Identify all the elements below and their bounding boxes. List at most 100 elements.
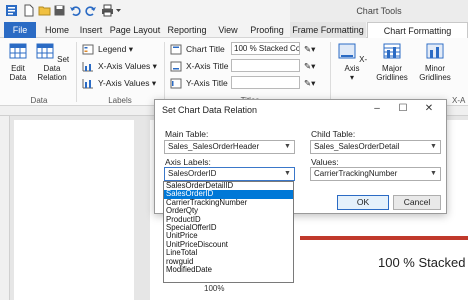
chevron-down-icon: ▼ xyxy=(284,143,291,150)
axis-labels-combo[interactable]: SalesOrderID ▼ xyxy=(164,167,295,181)
chevron-down-icon: ▾ xyxy=(128,44,134,54)
group-label-axes: X-A xyxy=(452,96,466,105)
tab-chart-formatting[interactable]: Chart Formatting xyxy=(367,22,468,39)
legend-icon xyxy=(82,44,94,55)
edit-data-icon xyxy=(9,43,27,59)
close-icon[interactable]: ✕ xyxy=(419,102,439,116)
legend-label: Legend xyxy=(98,44,127,54)
values-combo[interactable]: CarrierTrackingNumber ▼ xyxy=(310,167,441,181)
chart-title-label: Chart Title xyxy=(186,44,225,54)
new-document-icon[interactable] xyxy=(22,4,35,17)
main-table-combo[interactable]: Sales_SalesOrderHeader ▼ xyxy=(164,140,295,154)
minor-gridlines-label: Minor Gridlines xyxy=(419,64,451,82)
x-axis-title-format-button[interactable]: ✎▾ xyxy=(304,59,315,73)
minor-gridlines-button[interactable]: Minor Gridlines xyxy=(414,42,456,82)
chart-tools-context-label: Chart Tools xyxy=(290,0,468,22)
x-axis-values-icon xyxy=(82,62,93,72)
save-icon[interactable] xyxy=(53,4,66,17)
tab-frame-formatting[interactable]: Frame Formatting xyxy=(290,22,366,38)
chevron-down-icon: ▼ xyxy=(284,170,291,177)
chevron-down-icon[interactable] xyxy=(115,4,122,17)
x-axis-title-input[interactable] xyxy=(231,59,300,72)
y-axis-title-label: Y-Axis Title xyxy=(186,78,228,88)
main-table-label: Main Table: xyxy=(165,129,209,139)
chart-title-input[interactable]: 100 % Stacked Co xyxy=(231,42,300,55)
redo-icon[interactable] xyxy=(84,4,97,17)
y-axis-title-icon xyxy=(170,78,182,89)
set-data-relation-icon xyxy=(36,43,54,59)
chevron-down-icon: ▾ xyxy=(151,78,157,88)
cancel-button[interactable]: Cancel xyxy=(393,195,441,210)
x-axis-values-label: X-Axis Values xyxy=(98,61,151,71)
print-icon[interactable] xyxy=(101,4,114,17)
x-axis-title-button[interactable]: X-Axis Title xyxy=(170,59,229,73)
edit-data-button[interactable]: Edit Data xyxy=(4,42,32,82)
tab-view[interactable]: View xyxy=(212,22,244,38)
group-label-data: Data xyxy=(30,96,48,105)
chart-border-accent xyxy=(300,236,468,240)
tab-page-layout[interactable]: Page Layout xyxy=(108,22,162,38)
axis-labels-label: Axis Labels: xyxy=(165,157,211,167)
tab-home[interactable]: Home xyxy=(40,22,74,38)
dialog-title: Set Chart Data Relation xyxy=(162,105,258,115)
values-label: Values: xyxy=(311,157,339,167)
tab-reporting[interactable]: Reporting xyxy=(164,22,210,38)
pencil-icon: ✎▾ xyxy=(304,44,316,54)
axis-labels-dropdown-list[interactable]: SalesOrderDetailID SalesOrderID CarrierTra… xyxy=(163,181,294,283)
open-folder-icon[interactable] xyxy=(38,4,51,17)
ribbon: Edit Data Set Data Relation Data Legend … xyxy=(0,38,468,106)
group-separator xyxy=(330,42,331,102)
minimize-icon[interactable]: – xyxy=(367,102,387,116)
chart-title-button[interactable]: Chart Title xyxy=(170,42,225,56)
tab-proofing[interactable]: Proofing xyxy=(246,22,288,38)
y-axis-values-button[interactable]: Y-Axis Values ▾ xyxy=(82,76,156,90)
tab-insert[interactable]: Insert xyxy=(76,22,106,38)
major-gridlines-button[interactable]: Major Gridlines xyxy=(372,42,412,82)
title-bar: Chart Tools xyxy=(0,0,468,22)
axis-labels-value: SalesOrderID xyxy=(168,169,217,178)
group-separator xyxy=(76,42,77,102)
document-page-left[interactable] xyxy=(14,120,134,300)
chevron-down-icon: ▼ xyxy=(430,143,437,150)
chevron-down-icon: ▼ xyxy=(430,170,437,177)
pencil-icon: ✎▾ xyxy=(304,78,316,88)
chart-title-icon xyxy=(170,44,182,55)
chart-title: 100 % Stacked xyxy=(378,255,466,270)
child-table-value: Sales_SalesOrderDetail xyxy=(314,142,400,151)
maximize-icon[interactable]: ☐ xyxy=(393,102,413,116)
edit-data-label: Edit Data xyxy=(9,64,27,82)
major-gridlines-label: Major Gridlines xyxy=(376,64,408,82)
x-axis-values-button[interactable]: X-Axis Values ▾ xyxy=(82,59,157,73)
y-axis-title-button[interactable]: Y-Axis Title xyxy=(170,76,228,90)
set-data-relation-button[interactable]: Set Data Relation xyxy=(34,42,70,82)
y-axis-title-input[interactable] xyxy=(231,76,300,89)
values-value: CarrierTrackingNumber xyxy=(314,169,398,178)
child-table-combo[interactable]: Sales_SalesOrderDetail ▼ xyxy=(310,140,441,154)
x-axis-title-icon xyxy=(170,61,182,72)
x-axis-button[interactable]: X-Axis ▾ xyxy=(334,42,370,82)
y-axis-values-icon xyxy=(82,79,93,89)
dropdown-option[interactable]: ModifiedDate xyxy=(164,265,293,274)
pencil-icon: ✎▾ xyxy=(304,61,316,71)
y-axis-title-format-button[interactable]: ✎▾ xyxy=(304,76,315,90)
x-axis-icon xyxy=(338,43,356,59)
tab-file[interactable]: File xyxy=(4,22,36,38)
chevron-down-icon: ▾ xyxy=(349,73,354,82)
ok-button[interactable]: OK xyxy=(337,195,389,210)
y-axis-values-label: Y-Axis Values xyxy=(98,78,150,88)
chevron-down-icon: ▾ xyxy=(152,61,157,71)
vertical-ruler xyxy=(0,116,10,300)
chart-axis-label: 100% xyxy=(204,284,225,293)
group-label-labels: Labels xyxy=(108,96,132,105)
group-separator xyxy=(164,42,165,102)
child-table-label: Child Table: xyxy=(311,129,356,139)
major-gridlines-icon xyxy=(383,43,401,59)
minor-gridlines-icon xyxy=(426,43,444,59)
main-table-value: Sales_SalesOrderHeader xyxy=(168,142,260,151)
undo-icon[interactable] xyxy=(69,4,82,17)
legend-button[interactable]: Legend ▾ xyxy=(82,42,133,56)
app-icon xyxy=(6,5,17,16)
chart-title-format-button[interactable]: ✎▾ xyxy=(304,42,315,56)
x-axis-title-label: X-Axis Title xyxy=(186,61,229,71)
ribbon-tab-row: File Home Insert Page Layout Reporting V… xyxy=(0,22,468,39)
